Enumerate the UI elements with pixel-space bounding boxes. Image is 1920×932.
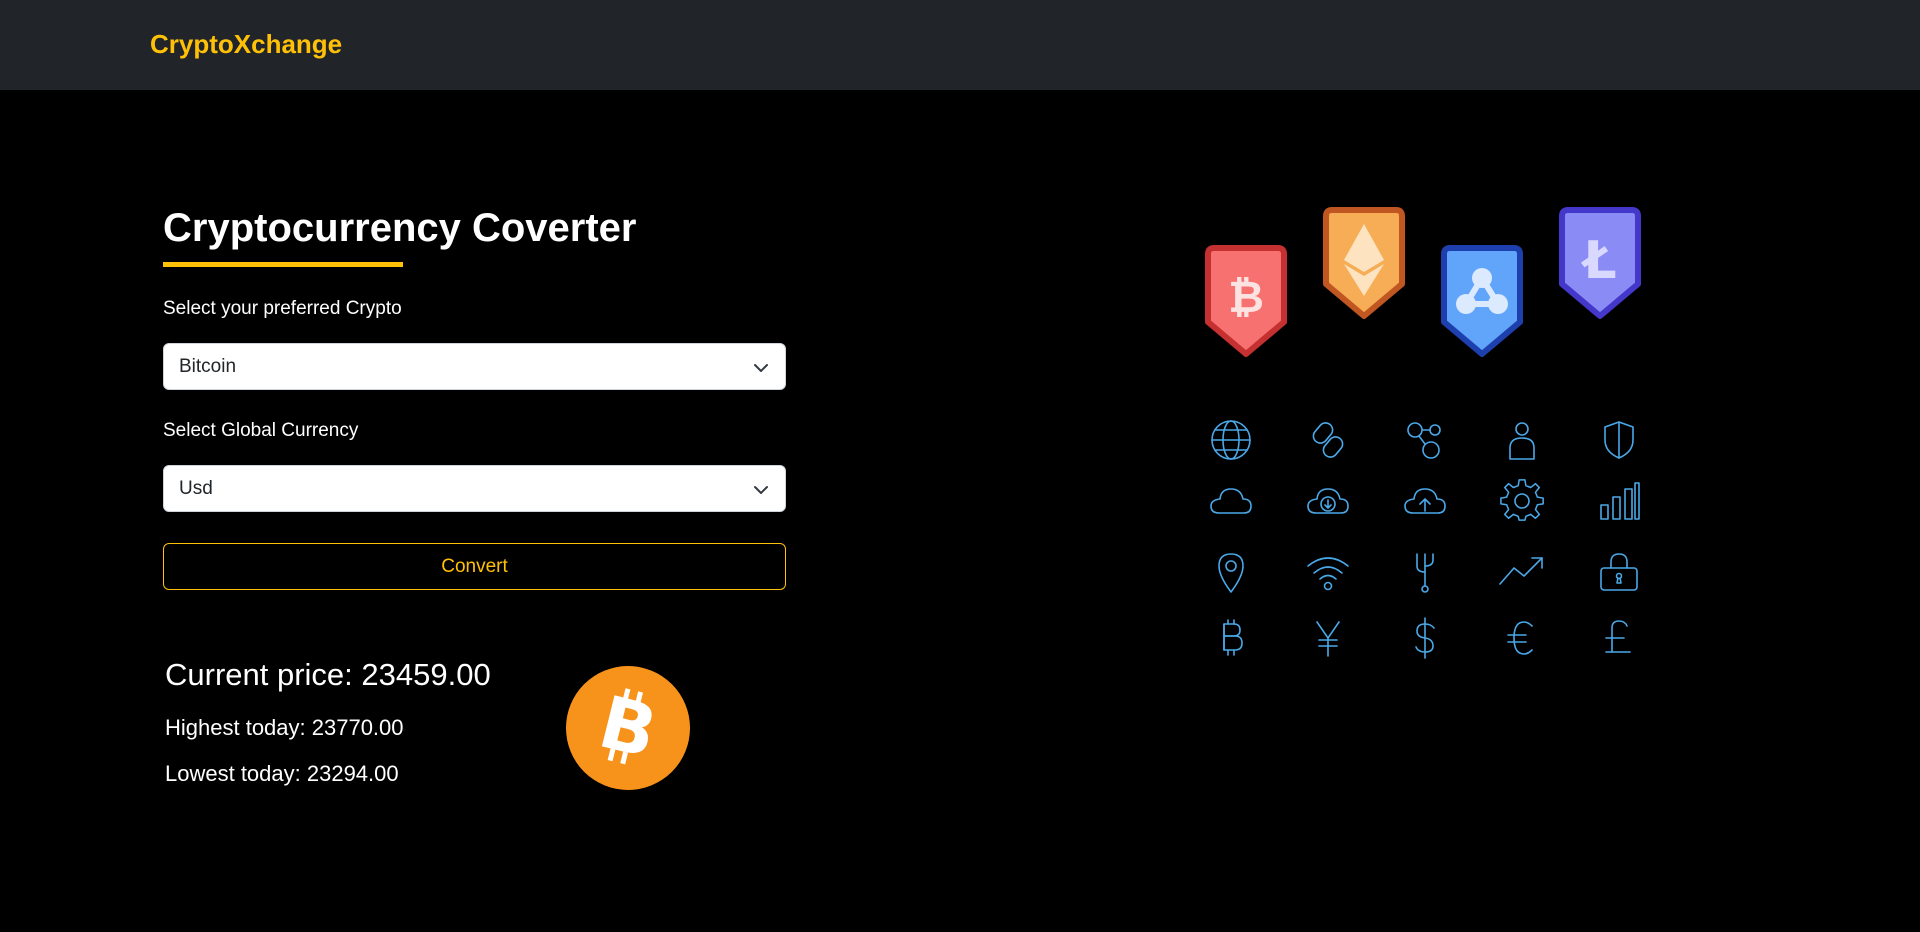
currency-select-label: Select Global Currency [163, 420, 359, 441]
yen-icon [1304, 614, 1352, 662]
gear-icon [1498, 477, 1546, 525]
currency-select[interactable]: Usd [163, 465, 786, 512]
chevron-down-icon [754, 364, 768, 372]
current-price: Current price: 23459.00 [165, 657, 491, 692]
currency-select-value: Usd [179, 478, 213, 499]
navbar: CryptoXchange [0, 0, 1920, 90]
crypto-select-label: Select your preferred Crypto [163, 298, 402, 319]
lock-icon [1595, 548, 1643, 596]
ethereum-badge-icon [1323, 207, 1405, 319]
cloud-upload-icon [1401, 477, 1449, 525]
pound-icon [1595, 614, 1643, 662]
convert-button[interactable]: Convert [163, 543, 786, 590]
network-icon [1401, 416, 1449, 464]
svg-text:Ł: Ł [1580, 231, 1616, 291]
cloud-download-icon [1304, 477, 1352, 525]
euro-icon [1498, 614, 1546, 662]
lowest-today: Lowest today: 23294.00 [165, 761, 399, 786]
page-title: Cryptocurrency Coverter [163, 206, 637, 250]
usb-icon [1401, 548, 1449, 596]
title-underline [163, 262, 403, 267]
bar-chart-icon [1595, 477, 1643, 525]
globe-icon [1207, 416, 1255, 464]
highest-today: Highest today: 23770.00 [165, 715, 404, 740]
crypto-select[interactable]: Bitcoin [163, 343, 786, 390]
wifi-icon [1304, 548, 1352, 596]
bitcoin-logo-icon: B [566, 666, 690, 790]
link-icon [1304, 416, 1352, 464]
litecoin-badge-icon: Ł [1559, 207, 1641, 319]
shield-icon [1595, 416, 1643, 464]
brand-logo[interactable]: CryptoXchange [150, 27, 342, 61]
svg-text:₿: ₿ [1228, 272, 1264, 323]
dollar-icon [1401, 614, 1449, 662]
user-icon [1498, 416, 1546, 464]
location-pin-icon [1207, 548, 1255, 596]
bitcoin-badge-icon: ₿ [1205, 245, 1287, 357]
chevron-down-icon [754, 486, 768, 494]
bitcoin-icon [1207, 614, 1255, 662]
crypto-select-value: Bitcoin [179, 356, 237, 377]
ripple-badge-icon [1441, 245, 1523, 357]
cloud-icon [1207, 477, 1255, 525]
trend-up-icon [1498, 548, 1546, 596]
